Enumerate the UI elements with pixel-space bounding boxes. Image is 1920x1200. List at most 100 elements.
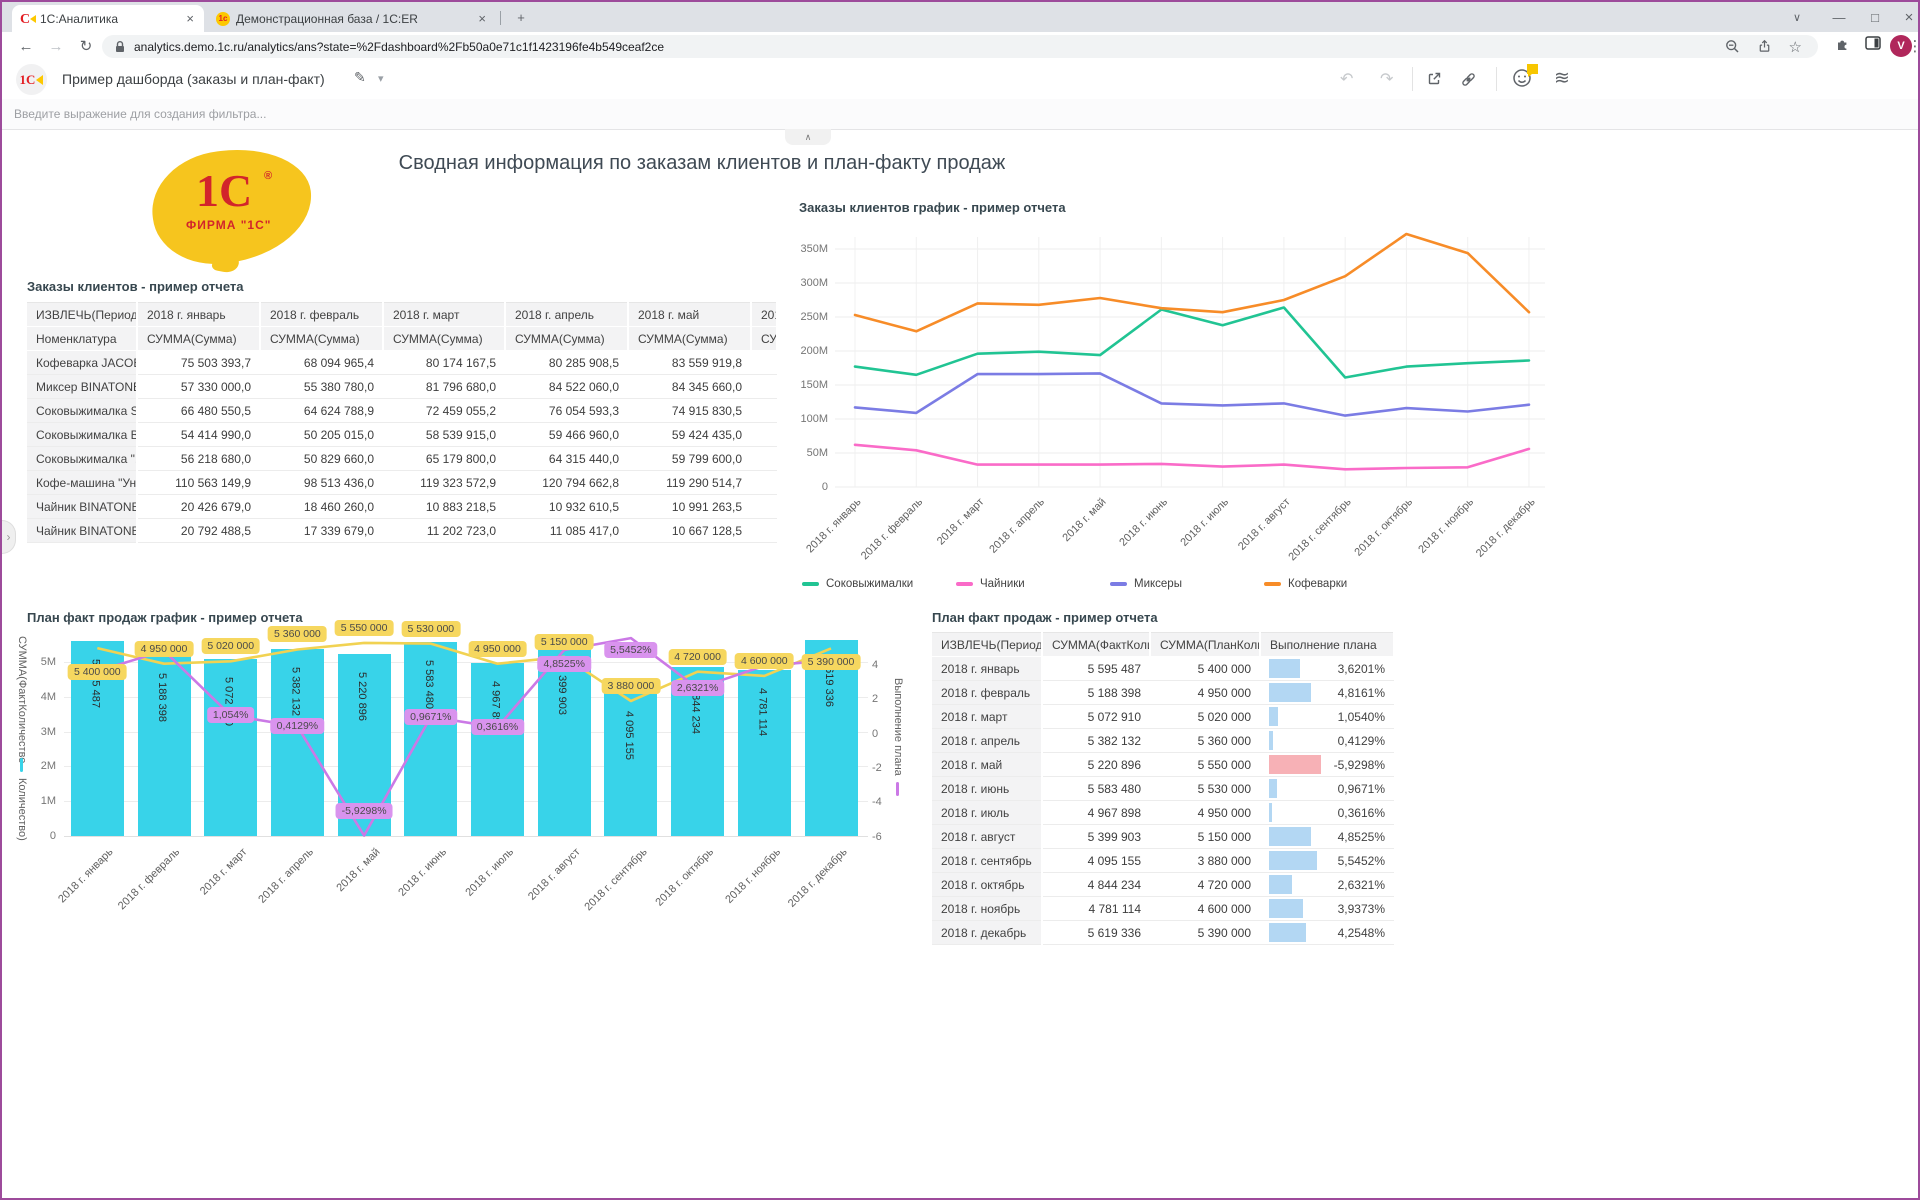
column-header[interactable]: 2018 г. февраль (260, 303, 383, 327)
column-subheader[interactable]: СУММА(Сумма) (505, 327, 628, 351)
bookmark-star-icon[interactable]: ☆ (1789, 38, 1802, 56)
notification-bubble (1527, 64, 1538, 74)
address-bar[interactable]: analytics.demo.1c.ru/analytics/ans?state… (102, 35, 1818, 58)
line-series-Соковыжималки[interactable] (855, 308, 1529, 378)
column-subheader[interactable]: СУМ (751, 327, 777, 351)
legend-item-Миксеры[interactable]: Миксеры (1110, 578, 1182, 590)
side-expander-button[interactable]: › (2, 520, 16, 554)
line-chart-plot[interactable] (835, 227, 1545, 492)
tab-analytics[interactable]: С 1С:Аналитика × (12, 5, 204, 32)
column-header[interactable]: ИЗВЛЕЧЬ(Период, ... (932, 633, 1042, 657)
pct-value-label: 0,4129% (271, 718, 324, 734)
y-tick-label: 2M (24, 760, 56, 772)
reload-icon[interactable]: ↻ (74, 35, 98, 57)
table-row[interactable]: 2018 г. май5 220 8965 550 000-5,9298% (932, 753, 1394, 777)
edit-pencil-icon[interactable]: ✎ (354, 69, 366, 86)
tab-demo-base[interactable]: 1с Демонстрационная база / 1С:ER × (208, 5, 496, 32)
row-label: 2018 г. май (932, 753, 1042, 777)
cell-fact: 4 844 234 (1042, 873, 1150, 897)
feedback-smiley-icon[interactable] (1512, 68, 1532, 88)
completion-mini-bar (1269, 683, 1311, 702)
legend-item-Кофеварки[interactable]: Кофеварки (1264, 578, 1347, 590)
x-tick-label: 2018 г. май (334, 846, 382, 894)
table-row[interactable]: Соковыжималка S...66 480 550,564 624 788… (27, 399, 777, 423)
row-label: Чайник BINATONE ... (27, 519, 137, 543)
table-row[interactable]: 2018 г. июнь5 583 4805 530 0000,9671% (932, 777, 1394, 801)
table-row[interactable]: 2018 г. сентябрь4 095 1553 880 0005,5452… (932, 849, 1394, 873)
pct-value-label: 1,054% (207, 707, 255, 723)
row-label: 2018 г. февраль (932, 681, 1042, 705)
completion-cell: 4,8161% (1269, 681, 1385, 704)
cell-value: 17 339 679,0 (260, 519, 383, 543)
waves-menu-icon[interactable]: ≋ (1554, 67, 1570, 90)
redo-icon[interactable]: ↷ (1380, 69, 1393, 89)
table-row[interactable]: Кофе-машина "Уни...110 563 149,998 513 4… (27, 471, 777, 495)
column-subheader[interactable]: СУММА(Сумма) (260, 327, 383, 351)
table-row[interactable]: Чайник BINATONE ...20 426 679,018 460 26… (27, 495, 777, 519)
window-close-button[interactable]: × (1892, 2, 1920, 32)
tab-search-icon[interactable]: ∨ (1780, 2, 1814, 32)
column-header[interactable]: СУММА(ФактКоли... (1042, 633, 1150, 657)
column-subheader[interactable]: СУММА(Сумма) (383, 327, 505, 351)
table-row[interactable]: Миксер BINATONE ...57 330 000,055 380 78… (27, 375, 777, 399)
extensions-puzzle-icon[interactable] (1835, 36, 1851, 52)
tab-close-icon[interactable]: × (476, 11, 488, 26)
table-row[interactable]: 2018 г. март5 072 9105 020 0001,0540% (932, 705, 1394, 729)
title-caret-down-icon[interactable]: ▾ (378, 72, 384, 85)
url-text[interactable]: analytics.demo.1c.ru/analytics/ans?state… (134, 40, 664, 54)
table-row[interactable]: Соковыжималка "...56 218 680,050 829 660… (27, 447, 777, 471)
right-y-tick-label: 4 (872, 659, 878, 671)
tab-close-icon[interactable]: × (184, 11, 196, 26)
table-row[interactable]: 2018 г. февраль5 188 3984 950 0004,8161% (932, 681, 1394, 705)
share-icon[interactable] (1757, 39, 1772, 54)
column-subheader[interactable]: СУММА(Сумма) (137, 327, 260, 351)
cell-value: 80 285 908,5 (505, 351, 628, 375)
column-subheader[interactable]: Номенклатура (27, 327, 137, 351)
link-icon[interactable] (1460, 71, 1477, 88)
minimize-button[interactable]: — (1822, 2, 1856, 32)
legend-item-Соковыжималки[interactable]: Соковыжималки (802, 578, 913, 590)
table-row[interactable]: 2018 г. июль4 967 8984 950 0000,3616% (932, 801, 1394, 825)
cell-value: 80 174 167,5 (383, 351, 505, 375)
cell-fact: 5 072 910 (1042, 705, 1150, 729)
x-tick-label: 2018 г. ноябрь (1416, 496, 1476, 556)
completion-cell: 0,4129% (1269, 729, 1385, 752)
column-header[interactable]: 2018 г. январь (137, 303, 260, 327)
column-header[interactable]: 2018 г. май (628, 303, 751, 327)
new-tab-button[interactable]: + (504, 2, 538, 32)
table-row[interactable]: Соковыжималка В...54 414 990,050 205 015… (27, 423, 777, 447)
completion-cell: -5,9298% (1269, 753, 1385, 776)
cell-plan-completion: 2,6321% (1260, 873, 1394, 897)
table-row[interactable]: 2018 г. апрель5 382 1325 360 0000,4129% (932, 729, 1394, 753)
back-icon[interactable]: ← (14, 35, 38, 57)
collapse-panel-button[interactable]: ∧ (785, 129, 831, 145)
forward-icon[interactable]: → (44, 35, 68, 57)
line-series-Миксеры[interactable] (855, 373, 1529, 415)
table-row[interactable]: 2018 г. октябрь4 844 2344 720 0002,6321% (932, 873, 1394, 897)
column-header[interactable]: 2018 г. март (383, 303, 505, 327)
open-external-icon[interactable] (1426, 71, 1442, 87)
legend-item-Чайники[interactable]: Чайники (956, 578, 1025, 590)
zoom-icon[interactable] (1725, 39, 1740, 54)
column-header[interactable]: Выполнение плана (1260, 633, 1394, 657)
table-row[interactable]: Кофеварка JACOB...75 503 393,768 094 965… (27, 351, 777, 375)
table-row[interactable]: 2018 г. ноябрь4 781 1144 600 0003,9373% (932, 897, 1394, 921)
cell-value: 84 345 660,0 (628, 375, 751, 399)
filter-bar[interactable]: Введите выражение для создания фильтра..… (2, 99, 1918, 130)
side-panel-icon[interactable] (1865, 36, 1881, 50)
column-header[interactable]: СУММА(ПланКоли... (1150, 633, 1260, 657)
line-series-Чайники[interactable] (855, 445, 1529, 470)
table-row[interactable]: 2018 г. январь5 595 4875 400 0003,6201% (932, 657, 1394, 681)
undo-icon[interactable]: ↶ (1340, 69, 1353, 89)
browser-menu-dots-icon[interactable]: ⋮ (1908, 35, 1920, 57)
completion-cell: 0,9671% (1269, 777, 1385, 800)
cell-value: 66 480 550,5 (137, 399, 260, 423)
table-row[interactable]: Чайник BINATONE ...20 792 488,517 339 67… (27, 519, 777, 543)
column-header[interactable]: 2018 г. апрель (505, 303, 628, 327)
table-row[interactable]: 2018 г. декабрь5 619 3365 390 0004,2548% (932, 921, 1394, 945)
column-header[interactable]: 2018 (751, 303, 777, 327)
column-subheader[interactable]: СУММА(Сумма) (628, 327, 751, 351)
maximize-button[interactable]: □ (1858, 2, 1892, 32)
column-header[interactable]: ИЗВЛЕЧЬ(Период, ... (27, 303, 137, 327)
table-row[interactable]: 2018 г. август5 399 9035 150 0004,8525% (932, 825, 1394, 849)
